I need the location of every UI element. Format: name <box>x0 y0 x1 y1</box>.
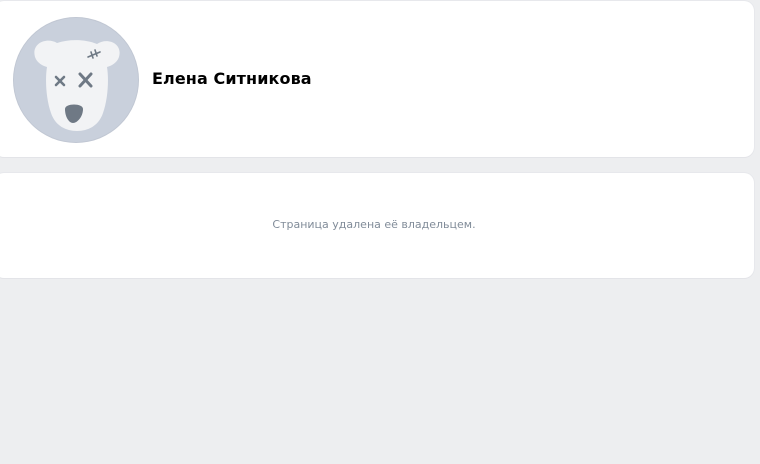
deleted-dog-avatar-icon <box>34 40 120 131</box>
deleted-page-notice-card: Страница удалена её владельцем. <box>0 173 754 278</box>
avatar[interactable] <box>13 17 139 143</box>
deleted-page-message: Страница удалена её владельцем. <box>272 218 476 231</box>
profile-name: Елена Ситникова <box>152 69 312 88</box>
profile-header-card: Елена Ситникова <box>0 1 754 157</box>
